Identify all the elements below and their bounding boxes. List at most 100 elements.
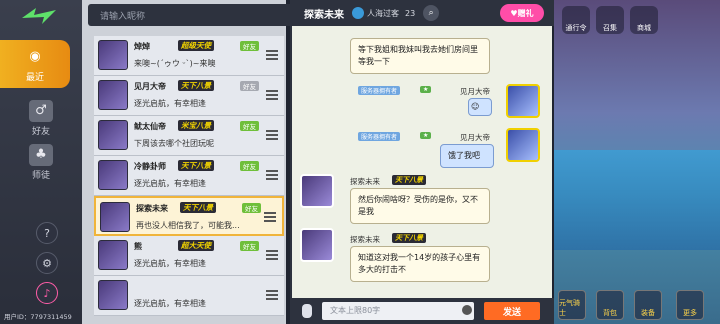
avatar: [98, 40, 128, 70]
sender-name: 见月大帝: [460, 87, 490, 96]
pass-icon[interactable]: 通行令: [562, 6, 590, 34]
sender-name: 见月大帝: [460, 133, 490, 142]
avatar: [98, 240, 128, 270]
chat-input[interactable]: 文本上限80字: [322, 302, 474, 320]
left-rail: ◉ 最近 ♂ 好友 ♣ 师徒 ? ⚙ ♪ 用户ID：7797311459: [0, 0, 82, 324]
sender-badge-icon: ★: [420, 86, 432, 93]
avatar[interactable]: [506, 128, 540, 162]
gift-button[interactable]: ♥ 赠礼: [500, 4, 544, 22]
status-icon: [352, 7, 364, 19]
message-bubble: 饿了我吧: [440, 144, 494, 168]
friend-row[interactable]: 焯焯 超级天使 好友 来噢~(´ゥウ ᵕ`)~来噢: [94, 36, 284, 76]
chat-panel: 探索未来 人海过客 23 ⌕ ♥ 赠礼 等下我姐和我妹叫我去她们房间里等我一下 …: [290, 0, 554, 324]
friend-name: 鱿太仙帝: [134, 122, 166, 131]
chat-header: 探索未来 人海过客 23 ⌕ ♥ 赠礼: [292, 0, 554, 26]
theme-icon[interactable]: ♪: [36, 282, 58, 304]
friend-row[interactable]: 逐光启航，有幸相逢: [94, 276, 284, 316]
friend-message: 来噢~(´ゥウ ᵕ`)~来噢: [134, 59, 216, 68]
search-input[interactable]: 请输入昵称 ⌕: [88, 4, 312, 26]
friend-message: 再也没人相信我了，可能我...: [136, 221, 240, 230]
top-icon-label: 商城: [637, 24, 651, 32]
message-bubble: 然后你闹啥呀？受伤的是你，又不是我: [350, 188, 490, 224]
friend-title: 超大天使: [178, 240, 214, 251]
bottom-icon-label: 装备: [641, 309, 655, 317]
rail-item-label: 最近: [25, 72, 44, 83]
menu-icon[interactable]: [264, 212, 276, 222]
settings-icon[interactable]: ⚙: [36, 252, 58, 274]
pool-water: [554, 150, 720, 250]
backpack-icon[interactable]: 背包: [596, 290, 624, 320]
equipment-icon[interactable]: 装备: [634, 290, 662, 320]
chat-icon: ◉: [29, 49, 41, 64]
back-arrow-icon[interactable]: [18, 4, 60, 28]
sender-name: 探索未来: [350, 177, 380, 186]
user-id: 用户ID：7797311459: [4, 313, 72, 321]
status-label: 人海过客: [367, 8, 399, 18]
mentor-icon: ♣: [29, 143, 53, 166]
menu-icon[interactable]: [266, 170, 278, 180]
friend-row[interactable]: 熊 超大天使 好友 逐光启航，有幸相逢: [94, 236, 284, 276]
shop-icon[interactable]: 商城: [630, 6, 658, 34]
bottom-icon-label: 背包: [603, 309, 617, 317]
friend-message: 逐光启航，有幸相逢: [134, 299, 206, 308]
menu-icon[interactable]: [266, 90, 278, 100]
friend-tag: 好友: [240, 81, 259, 91]
friend-row[interactable]: 冷静卦师 天下八景 好友 逐光启航，有幸相逢: [94, 156, 284, 196]
gift-label: 赠礼: [517, 8, 534, 18]
gather-icon[interactable]: 召集: [596, 6, 624, 34]
search-placeholder: 请输入昵称: [100, 11, 146, 22]
sender-title: 天下八景: [392, 233, 426, 243]
rail-item-recent[interactable]: ◉ 最近: [0, 40, 70, 88]
avatar[interactable]: [300, 174, 334, 208]
friend-icon: ♂: [29, 99, 53, 122]
friend-row-selected[interactable]: 探索未来 天下八景 好友 再也没人相信我了，可能我...: [94, 196, 284, 236]
soul-knight-icon[interactable]: 元气骑士: [558, 290, 586, 320]
menu-icon[interactable]: [266, 290, 278, 300]
friend-title: 天下八景: [178, 80, 214, 91]
menu-icon[interactable]: [266, 250, 278, 260]
friends-panel: 请输入昵称 ⌕ 焯焯 超级天使 好友 来噢~(´ゥウ ᵕ`)~来噢 见月大帝 天…: [82, 0, 312, 324]
avatar: [98, 120, 128, 150]
avatar[interactable]: [300, 228, 334, 262]
chat-partner-name: 探索未来: [304, 9, 344, 21]
menu-icon[interactable]: [266, 130, 278, 140]
avatar[interactable]: [506, 84, 540, 118]
avatar: [98, 280, 128, 310]
sticker-message: ☺: [468, 98, 492, 116]
microphone-icon[interactable]: [302, 304, 312, 318]
chat-input-placeholder: 文本上限80字: [330, 306, 381, 315]
friend-name: 熊: [134, 242, 142, 251]
sender-badge: 服务器拥有者: [358, 132, 401, 141]
bottom-icon-label: 元气骑士: [559, 299, 580, 317]
rail-item-mentor[interactable]: ♣ 师徒: [0, 138, 82, 186]
avatar: [100, 202, 130, 232]
profile-icon[interactable]: ⌕: [423, 5, 440, 21]
friend-title: 米宝八景: [178, 120, 214, 131]
send-button[interactable]: 发送: [484, 302, 540, 320]
top-icon-label: 通行令: [565, 24, 587, 32]
friend-name: 焯焯: [134, 42, 150, 51]
friend-title: 天下八景: [180, 202, 216, 213]
friend-name: 冷静卦师: [134, 162, 166, 171]
level-value: 23: [405, 8, 416, 18]
friend-message: 下周该去哪个社团玩呢: [134, 139, 214, 148]
chat-input-bar: 文本上限80字 发送: [292, 298, 554, 324]
emoji-icon[interactable]: [462, 305, 472, 315]
friend-title: 天下八景: [178, 160, 214, 171]
avatar: [98, 160, 128, 190]
rail-item-label: 师徒: [31, 170, 50, 181]
friend-tag: 好友: [240, 41, 259, 51]
sender-badge: 服务器拥有者: [358, 86, 401, 95]
friend-tag: 好友: [240, 241, 259, 251]
friend-message: 逐光启航，有幸相逢: [134, 259, 206, 268]
friend-row[interactable]: 鱿太仙帝 米宝八景 好友 下周该去哪个社团玩呢: [94, 116, 284, 156]
top-icon-label: 召集: [603, 24, 617, 32]
friend-list: 焯焯 超级天使 好友 来噢~(´ゥウ ᵕ`)~来噢 见月大帝 天下八景 好友 逐…: [94, 36, 284, 316]
friend-row[interactable]: 见月大帝 天下八景 好友 逐光启航，有幸相逢: [94, 76, 284, 116]
menu-icon[interactable]: [266, 50, 278, 60]
rail-item-friends[interactable]: ♂ 好友: [0, 94, 82, 142]
help-icon[interactable]: ?: [36, 222, 58, 244]
more-icon[interactable]: 更多: [676, 290, 704, 320]
friend-name: 探索未来: [136, 204, 168, 213]
bottom-icon-label: 更多: [683, 309, 697, 317]
